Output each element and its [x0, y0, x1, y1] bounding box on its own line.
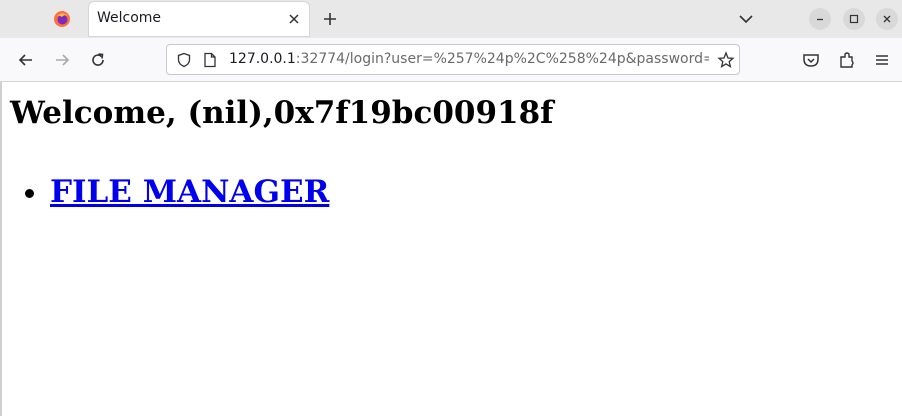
page-content: Welcome, (nil),0x7f19bc00918f FILE MANAG… — [0, 82, 902, 416]
shield-icon[interactable] — [176, 52, 192, 68]
star-bookmark-icon[interactable] — [717, 51, 735, 69]
url-path: :32774/login?user=%257%24p%2C%258%24p&pa… — [295, 51, 709, 67]
back-arrow-icon[interactable] — [16, 50, 36, 70]
pocket-icon[interactable] — [801, 50, 821, 70]
link-list: FILE MANAGER — [10, 174, 329, 210]
file-manager-link[interactable]: FILE MANAGER — [50, 174, 329, 210]
reload-icon[interactable] — [88, 50, 108, 70]
tab-title: Welcome — [97, 10, 162, 26]
url-text[interactable]: 127.0.0.1:32774/login?user=%257%24p%2C%2… — [229, 51, 709, 67]
chevron-down-icon[interactable] — [737, 10, 755, 28]
maximize-button[interactable] — [843, 8, 865, 30]
minimize-button[interactable] — [809, 8, 831, 30]
page-icon[interactable] — [203, 52, 217, 68]
firefox-icon[interactable] — [53, 10, 71, 28]
menu-icon[interactable] — [872, 50, 892, 70]
list-item: FILE MANAGER — [50, 174, 329, 210]
close-icon[interactable] — [287, 12, 301, 26]
page-title: Welcome, (nil),0x7f19bc00918f — [10, 95, 554, 131]
tab-welcome[interactable]: Welcome — [89, 2, 309, 36]
close-icon — [883, 15, 891, 23]
extensions-icon[interactable] — [837, 50, 857, 70]
maximize-icon — [849, 14, 859, 24]
minimize-icon — [817, 18, 823, 21]
tab-strip: Welcome — [0, 0, 902, 38]
new-tab-icon[interactable] — [321, 10, 339, 28]
url-host: 127.0.0.1 — [229, 51, 296, 67]
browser-window: Welcome 127.0.0.1:32774/login?user=%257%… — [0, 0, 902, 416]
forward-arrow-icon[interactable] — [52, 50, 72, 70]
navigation-bar: 127.0.0.1:32774/login?user=%257%24p%2C%2… — [0, 38, 902, 82]
window-close-button[interactable] — [876, 8, 898, 30]
address-bar[interactable]: 127.0.0.1:32774/login?user=%257%24p%2C%2… — [166, 44, 740, 75]
